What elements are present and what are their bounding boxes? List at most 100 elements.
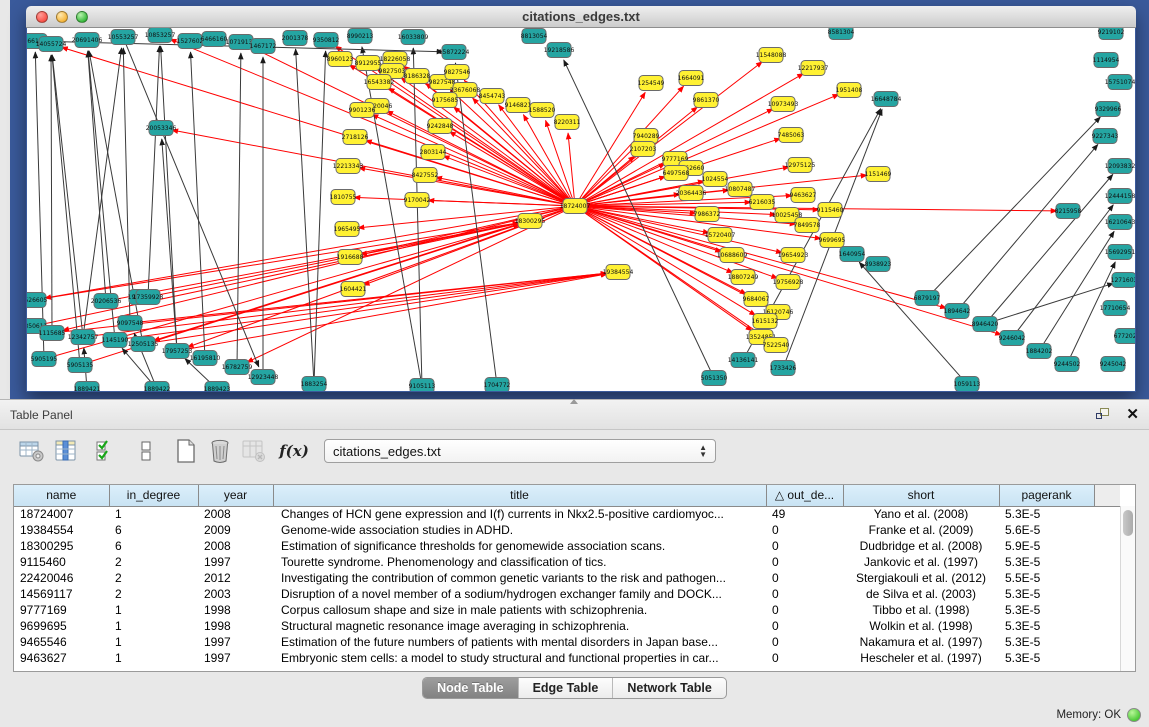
graph-node[interactable]: 8186328 xyxy=(404,69,431,84)
graph-node[interactable]: 1588520 xyxy=(529,103,556,118)
graph-node[interactable]: 16195810 xyxy=(190,351,221,366)
column-header-name[interactable]: name xyxy=(14,485,109,506)
graph-edge[interactable] xyxy=(372,115,575,206)
graph-node[interactable]: 5905195 xyxy=(31,352,58,367)
graph-node[interactable]: 1733426 xyxy=(770,361,797,376)
delete-table-icon[interactable] xyxy=(206,437,234,465)
graph-node[interactable]: 1889421 xyxy=(74,382,101,392)
table-cell[interactable]: 0 xyxy=(766,586,843,602)
table-cell[interactable]: 2009 xyxy=(198,522,273,538)
column-header-short[interactable]: short xyxy=(843,485,999,506)
graph-node[interactable]: 19384554 xyxy=(603,265,634,280)
graph-edge[interactable] xyxy=(187,206,575,347)
graph-node[interactable]: 9350812 xyxy=(313,33,340,48)
table-cell[interactable]: 1 xyxy=(109,618,198,634)
graph-node[interactable]: 9463627 xyxy=(790,188,817,203)
graph-node[interactable]: 12342757 xyxy=(68,330,99,345)
graph-node[interactable]: 7849578 xyxy=(794,218,821,233)
graph-node[interactable]: 8427552 xyxy=(412,168,439,183)
tab-node-table[interactable]: Node Table xyxy=(423,678,517,698)
window-titlebar[interactable]: citations_edges.txt xyxy=(26,6,1136,28)
table-cell[interactable]: 1 xyxy=(109,506,198,522)
graph-node[interactable]: 2526605 xyxy=(27,293,48,308)
graph-node[interactable]: 9827546 xyxy=(444,65,471,80)
graph-node[interactable]: 16782759 xyxy=(222,360,253,375)
graph-node[interactable]: 9175685 xyxy=(432,93,459,108)
graph-node[interactable]: 1810755 xyxy=(330,190,357,205)
graph-node[interactable]: 9097548 xyxy=(117,316,144,331)
table-scrollbar-thumb[interactable] xyxy=(1123,510,1133,536)
table-row[interactable]: 1830029562008Estimation of significance … xyxy=(14,538,1120,554)
graph-node[interactable]: 2107203 xyxy=(630,142,657,157)
graph-node[interactable]: 12975125 xyxy=(785,158,816,173)
graph-node[interactable]: 12505135 xyxy=(128,337,159,352)
graph-node[interactable]: 2803144 xyxy=(420,145,447,160)
graph-node[interactable]: 9684067 xyxy=(743,292,770,307)
graph-edge[interactable] xyxy=(296,49,314,384)
graph-node[interactable]: 10553257 xyxy=(108,30,139,45)
table-row[interactable]: 946362711997Embryonic stem cells: a mode… xyxy=(14,650,1120,666)
graph-node[interactable]: 8912955 xyxy=(355,56,382,71)
table-row[interactable]: 1456911722003Disruption of a novel membe… xyxy=(14,586,1120,602)
table-cell[interactable]: Estimation of the future numbers of pati… xyxy=(273,634,766,650)
table-cell[interactable]: 2 xyxy=(109,554,198,570)
table-cell[interactable]: 5.3E-5 xyxy=(999,506,1094,522)
table-cell[interactable]: 2 xyxy=(109,586,198,602)
graph-node[interactable]: 12217937 xyxy=(798,61,829,76)
table-cell[interactable]: 1 xyxy=(109,650,198,666)
graph-node[interactable]: 8581304 xyxy=(828,28,855,40)
graph-node[interactable]: 15751074 xyxy=(1105,75,1135,90)
graph-edge[interactable] xyxy=(455,63,497,385)
graph-node[interactable]: 6466160 xyxy=(201,32,228,47)
graph-node[interactable]: 1271603 xyxy=(1111,273,1135,288)
graph-node[interactable]: 1467172 xyxy=(250,39,277,54)
graph-node[interactable]: 10853257 xyxy=(145,28,176,43)
table-cell[interactable]: Tourette syndrome. Phenomenology and cla… xyxy=(273,554,766,570)
table-cell[interactable]: 0 xyxy=(766,554,843,570)
graph-node[interactable]: 12923448 xyxy=(248,370,279,385)
table-cell[interactable]: 9463627 xyxy=(14,650,109,666)
graph-node[interactable]: 1254549 xyxy=(638,76,665,91)
table-cell[interactable]: Yano et al. (2008) xyxy=(843,506,999,522)
graph-node[interactable]: 16033809 xyxy=(398,30,429,45)
graph-node[interactable]: 19756928 xyxy=(773,275,804,290)
table-cell[interactable]: Genome-wide association studies in ADHD. xyxy=(273,522,766,538)
graph-node[interactable]: 1889422 xyxy=(144,382,171,392)
graph-node[interactable]: 8813054 xyxy=(521,29,548,44)
graph-node[interactable]: 5051350 xyxy=(701,371,728,386)
graph-node[interactable]: 16543382 xyxy=(364,75,395,90)
tab-network-table[interactable]: Network Table xyxy=(612,678,726,698)
graph-node[interactable]: 6879197 xyxy=(914,291,941,306)
table-cell[interactable]: 0 xyxy=(766,650,843,666)
graph-node[interactable]: 2718126 xyxy=(342,130,369,145)
graph-node[interactable]: 1024554 xyxy=(702,172,729,187)
graph-node[interactable]: 11548088 xyxy=(756,48,787,63)
memory-status-indicator[interactable] xyxy=(1127,708,1141,722)
graph-edge[interactable] xyxy=(413,48,422,386)
table-cell[interactable]: 2003 xyxy=(198,586,273,602)
function-builder-icon[interactable]: f(x) xyxy=(280,437,308,465)
graph-node[interactable]: 9227343 xyxy=(1092,129,1119,144)
table-row[interactable]: 946554611997Estimation of the future num… xyxy=(14,634,1120,650)
graph-node[interactable]: 16648784 xyxy=(871,92,902,107)
graph-edge[interactable] xyxy=(443,156,575,206)
graph-edge[interactable] xyxy=(985,174,1113,324)
graph-node[interactable]: 1951408 xyxy=(836,83,863,98)
graph-node[interactable]: 18724007 xyxy=(560,199,591,214)
graph-node[interactable]: 1640954 xyxy=(839,247,866,262)
table-cell[interactable]: Franke et al. (2009) xyxy=(843,522,999,538)
graph-node[interactable]: 15720407 xyxy=(705,228,736,243)
column-header-title[interactable]: title xyxy=(273,485,766,506)
graph-edge[interactable] xyxy=(51,55,52,333)
graph-node[interactable]: 7522540 xyxy=(763,338,790,353)
graph-node[interactable]: 9242848 xyxy=(427,119,454,134)
graph-node[interactable]: 1894642 xyxy=(944,304,971,319)
table-cell[interactable]: 0 xyxy=(766,602,843,618)
table-cell[interactable]: 5.5E-5 xyxy=(999,570,1094,586)
table-cell[interactable]: 0 xyxy=(766,538,843,554)
table-cell[interactable]: 18300295 xyxy=(14,538,109,554)
unselect-all-columns-icon[interactable] xyxy=(132,437,160,465)
graph-node[interactable]: 1664091 xyxy=(678,71,705,86)
graph-node[interactable]: 9170042 xyxy=(404,193,431,208)
graph-edge[interactable] xyxy=(1012,205,1113,338)
